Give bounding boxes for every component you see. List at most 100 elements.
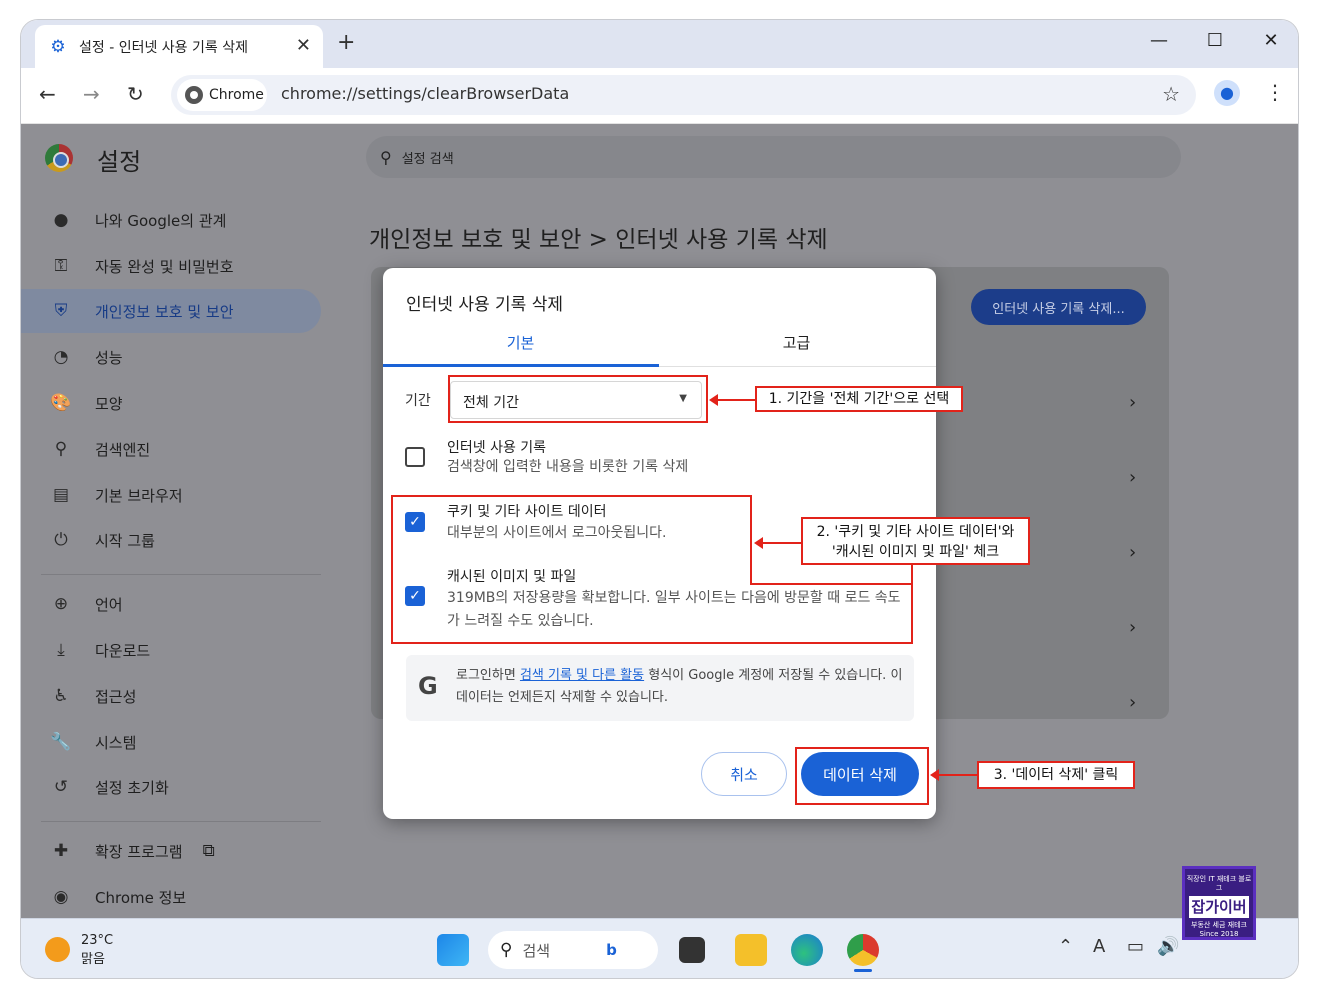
browser-icon: ▤	[52, 485, 70, 505]
toolbar: ← → ↻ Chrome chrome://settings/clearBrow…	[21, 68, 1298, 124]
sidebar-item-label: Chrome 정보	[95, 888, 187, 907]
sidebar-item-performance[interactable]: ◔ 성능	[21, 335, 321, 379]
annotation-step2-line1: 2. '쿠키 및 기타 사이트 데이터'와	[816, 524, 1015, 540]
profile-avatar[interactable]: ●	[1214, 80, 1240, 106]
sidebar-item-label: 개인정보 보호 및 보안	[95, 302, 234, 321]
annotation-arrow	[709, 394, 755, 406]
highlight-period	[448, 375, 708, 423]
tab-advanced[interactable]: 고급	[659, 332, 934, 353]
browser-window: ⚙ 설정 - 인터넷 사용 기록 삭제 ✕ + — ☐ ✕ ← → ↻ Chro…	[20, 19, 1299, 979]
sidebar-item-accessibility[interactable]: ♿ 접근성	[21, 674, 321, 718]
google-note-text: 로그인하면 검색 기록 및 다른 활동 형식이 Google 계정에 저장될 수…	[456, 665, 906, 709]
minimize-button[interactable]: —	[1149, 30, 1169, 51]
search-icon: ⚲	[380, 147, 392, 167]
network-icon[interactable]: ▭	[1127, 936, 1144, 957]
file-explorer-icon[interactable]	[735, 934, 767, 966]
url-text[interactable]: chrome://settings/clearBrowserData	[281, 84, 569, 103]
annotation-step2-line2: '캐시된 이미지 및 파일' 체크	[831, 544, 1000, 560]
address-bar[interactable]: Chrome chrome://settings/clearBrowserDat…	[171, 75, 1196, 115]
power-icon: ⏻	[54, 530, 68, 550]
accessibility-icon: ♿	[53, 686, 69, 706]
site-chip[interactable]: Chrome	[177, 79, 267, 111]
maximize-button[interactable]: ☐	[1205, 30, 1225, 51]
external-link-icon: ⧉	[202, 841, 215, 861]
sidebar-item-label: 자동 완성 및 비밀번호	[95, 257, 234, 276]
sidebar-item-label: 모양	[95, 394, 123, 413]
clear-data-button-bg[interactable]: 인터넷 사용 기록 삭제...	[971, 289, 1146, 325]
chevron-up-icon[interactable]: ⌃	[1058, 936, 1073, 957]
chevron-right-icon[interactable]: ›	[1129, 542, 1136, 563]
annotation-arrow	[754, 537, 802, 549]
tab-indicator	[383, 364, 659, 367]
settings-search-input[interactable]: ⚲ 설정 검색	[366, 136, 1181, 178]
speedometer-icon: ◔	[53, 347, 69, 367]
google-icon: G	[418, 672, 438, 700]
sidebar-item-autofill[interactable]: ⚿ 자동 완성 및 비밀번호	[21, 244, 321, 288]
badge-sub: 부동산 세금 재테크	[1191, 921, 1247, 929]
bookmark-star-icon[interactable]: ☆	[1162, 82, 1180, 106]
close-window-button[interactable]: ✕	[1261, 30, 1281, 51]
task-view-icon[interactable]	[679, 937, 705, 963]
sidebar-item-privacy[interactable]: ⛨ 개인정보 보호 및 보안	[21, 289, 321, 333]
sidebar-item-google[interactable]: ● 나와 Google의 관계	[21, 198, 321, 242]
chrome-icon	[185, 86, 203, 104]
chrome-taskbar-icon[interactable]	[847, 934, 879, 966]
sidebar-item-label: 시작 그룹	[95, 531, 155, 550]
tab-basic[interactable]: 기본	[383, 332, 658, 353]
active-app-indicator	[854, 969, 872, 972]
key-icon: ⚿	[54, 256, 68, 276]
cancel-button[interactable]: 취소	[701, 752, 787, 796]
tab-strip: ⚙ 설정 - 인터넷 사용 기록 삭제 ✕ + — ☐ ✕	[21, 20, 1298, 68]
activity-link[interactable]: 검색 기록 및 다른 활동	[520, 668, 644, 683]
chevron-right-icon[interactable]: ›	[1129, 617, 1136, 638]
taskbar-search-label: 검색	[522, 941, 551, 960]
sun-icon	[45, 937, 70, 962]
chevron-right-icon[interactable]: ›	[1129, 692, 1136, 713]
sidebar-item-system[interactable]: 🔧 시스템	[21, 720, 321, 764]
edge-icon[interactable]	[791, 934, 823, 966]
highlight-edge	[750, 495, 752, 585]
bing-icon: b	[606, 941, 617, 959]
sidebar-item-languages[interactable]: ⊕ 언어	[21, 582, 321, 626]
volume-icon[interactable]: 🔊	[1157, 936, 1179, 957]
new-tab-button[interactable]: +	[337, 30, 355, 55]
sidebar-item-startup[interactable]: ⏻ 시작 그룹	[21, 518, 321, 562]
search-placeholder: 설정 검색	[401, 151, 454, 167]
menu-kebab-icon[interactable]: ⋮	[1265, 80, 1285, 104]
chip-label: Chrome	[209, 87, 264, 103]
weather-widget[interactable]: 23°C 맑음	[81, 931, 113, 969]
taskbar-search[interactable]: ⚲ 검색 b	[488, 931, 658, 969]
sidebar-item-label: 기본 브라우저	[95, 486, 183, 505]
sidebar-item-extensions[interactable]: ✚ 확장 프로그램 ⧉	[21, 829, 321, 873]
gear-icon: ⚙	[50, 36, 66, 57]
ime-icon[interactable]: A	[1093, 936, 1105, 957]
forward-button[interactable]: →	[83, 82, 100, 106]
sidebar-item-reset[interactable]: ↺ 설정 초기화	[21, 765, 321, 809]
history-title: 인터넷 사용 기록	[447, 440, 547, 456]
sidebar-item-appearance[interactable]: 🎨 모양	[21, 381, 321, 425]
search-icon: ⚲	[500, 940, 513, 960]
sidebar-item-about[interactable]: ◉ Chrome 정보	[21, 875, 321, 919]
chevron-right-icon[interactable]: ›	[1129, 392, 1136, 413]
weather-desc: 맑음	[81, 952, 105, 967]
reload-button[interactable]: ↻	[127, 82, 144, 106]
chrome-logo-icon	[45, 144, 73, 172]
badge-since: Since 2018	[1199, 930, 1239, 938]
tab-settings[interactable]: ⚙ 설정 - 인터넷 사용 기록 삭제 ✕	[35, 25, 323, 68]
chevron-right-icon[interactable]: ›	[1129, 467, 1136, 488]
settings-sidebar: 설정 ● 나와 Google의 관계 ⚿ 자동 완성 및 비밀번호 ⛨ 개인정보 보호…	[21, 124, 341, 918]
windows-start-icon[interactable]	[437, 934, 469, 966]
sidebar-item-default-browser[interactable]: ▤ 기본 브라우저	[21, 473, 321, 517]
annotation-step3: 3. '데이터 삭제' 클릭	[977, 761, 1135, 789]
settings-title: 설정	[97, 148, 142, 176]
sidebar-item-label: 성능	[95, 348, 123, 367]
back-button[interactable]: ←	[39, 82, 56, 106]
history-checkbox[interactable]	[405, 447, 425, 467]
sidebar-item-search-engine[interactable]: ⚲ 검색엔진	[21, 427, 321, 471]
sidebar-item-downloads[interactable]: ⤓ 다운로드	[21, 628, 321, 672]
sidebar-item-label: 다운로드	[95, 641, 151, 660]
history-desc: 검색창에 입력한 내용을 비롯한 기록 삭제	[447, 459, 689, 475]
close-icon[interactable]: ✕	[296, 35, 311, 56]
google-account-note: G 로그인하면 검색 기록 및 다른 활동 형식이 Google 계정에 저장될…	[406, 655, 914, 721]
highlight-cache	[391, 558, 913, 644]
